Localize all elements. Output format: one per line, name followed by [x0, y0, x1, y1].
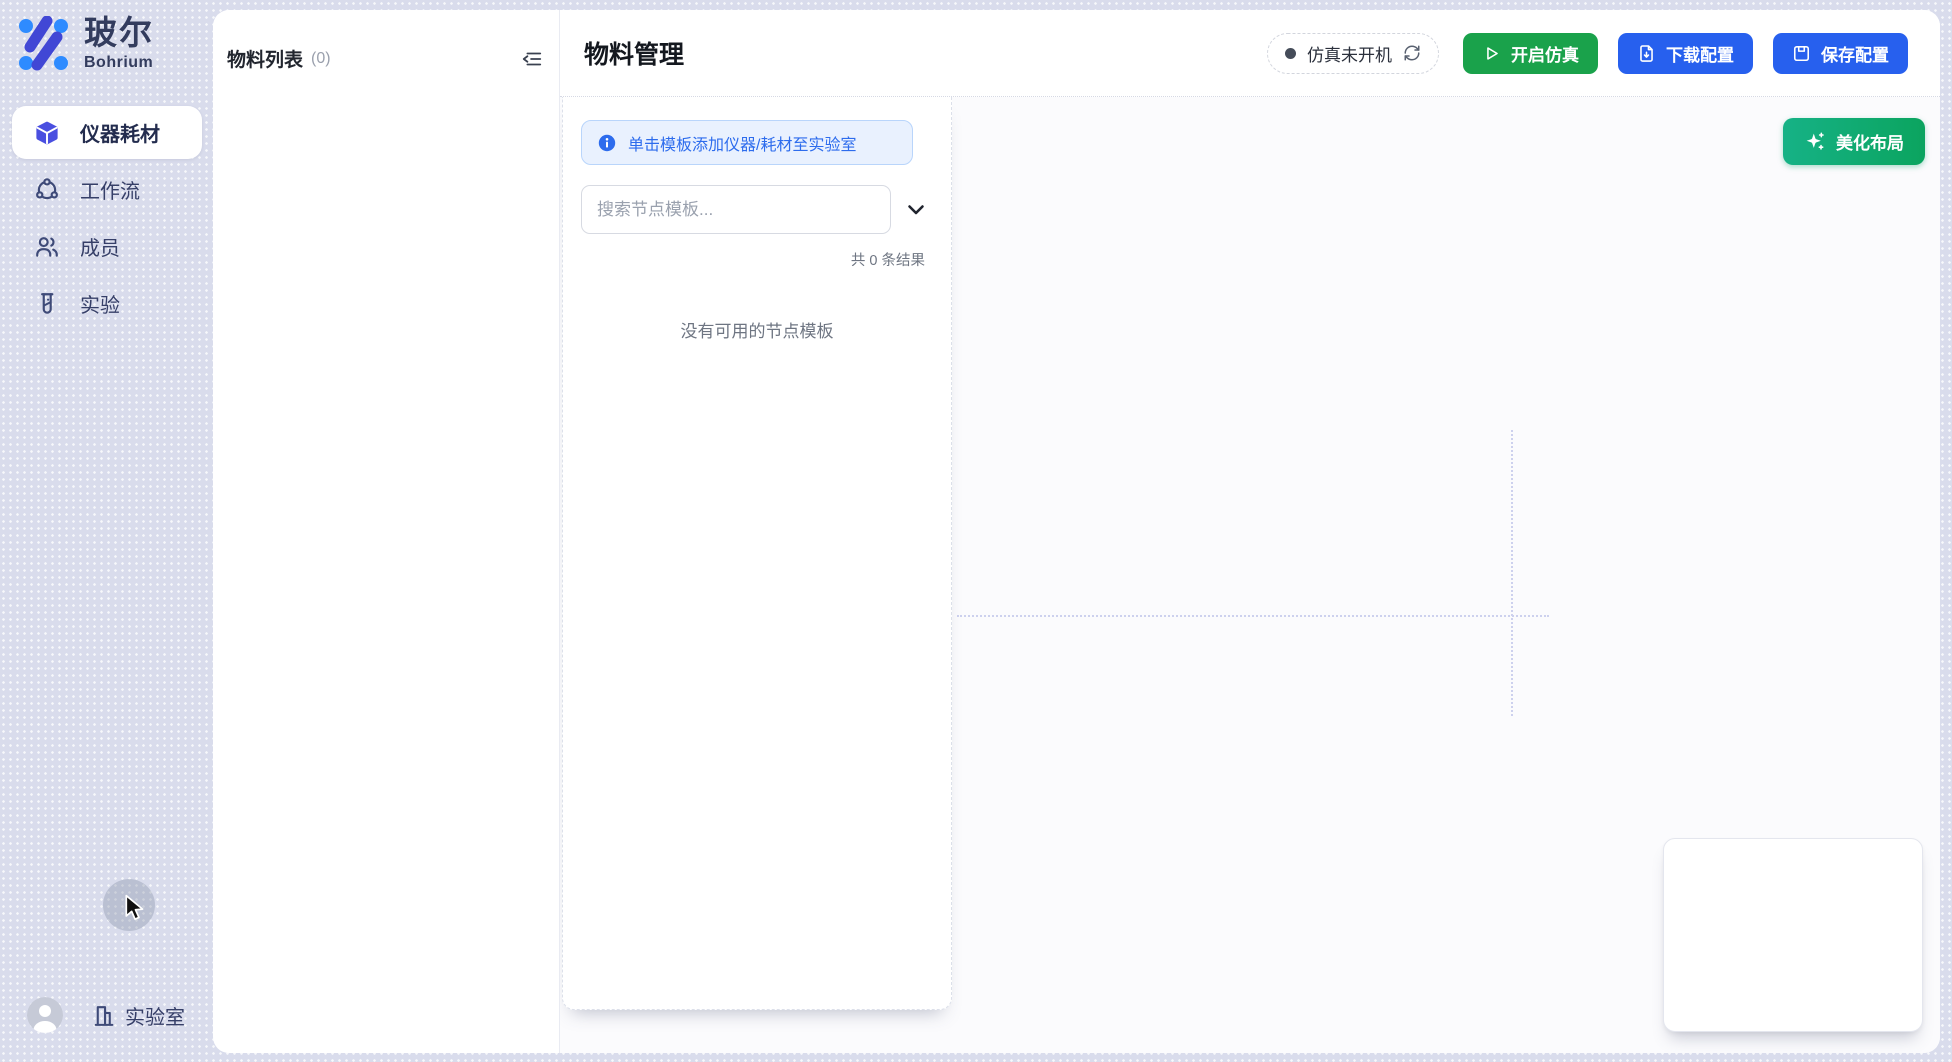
user-avatar[interactable]	[27, 997, 63, 1033]
download-config-button[interactable]: 下载配置	[1618, 33, 1753, 74]
sidebar-item-label: 工作流	[80, 175, 140, 204]
sidebar-item-lab[interactable]: 实验室	[91, 1001, 185, 1030]
main-header: 物料管理 仿真未开机	[560, 10, 1940, 97]
sidebar-item-members[interactable]: 成员	[12, 220, 202, 273]
material-list-panel: 物料列表 (0)	[213, 10, 560, 1053]
flow-canvas[interactable]: 单击模板添加仪器/耗材至实验室 共 0 条结果 没有可用的节点模板	[560, 97, 1940, 1053]
result-count: 共 0 条结果	[563, 249, 925, 270]
sparkles-icon	[1804, 131, 1825, 152]
sidebar-item-label: 成员	[80, 232, 120, 261]
node-template-palette: 单击模板添加仪器/耗材至实验室 共 0 条结果 没有可用的节点模板	[562, 97, 952, 1010]
beautify-layout-button[interactable]: 美化布局	[1783, 118, 1925, 165]
file-download-icon	[1637, 44, 1656, 63]
sidebar: 玻尔 Bohrium 仪器耗材 工作流	[0, 0, 213, 1062]
sidebar-nav: 仪器耗材 工作流 成员	[12, 106, 202, 334]
canvas-grid-line-horizontal	[957, 615, 1549, 617]
material-list-count: (0)	[311, 50, 331, 68]
status-dot-icon	[1285, 48, 1296, 59]
content-card: 物料列表 (0) 物料管理 仿真未开机	[213, 10, 1940, 1053]
box-3d-icon	[34, 117, 60, 149]
bohrium-logo-icon	[16, 16, 72, 74]
play-icon	[1482, 44, 1501, 63]
material-list-title: 物料列表	[227, 45, 303, 72]
save-icon	[1792, 44, 1811, 63]
sidebar-item-label: 实验	[80, 289, 120, 318]
main-area: 物料管理 仿真未开机	[560, 10, 1940, 1053]
brand-name-en: Bohrium	[84, 54, 154, 72]
sidebar-toggle-hover[interactable]	[103, 879, 155, 931]
info-icon	[598, 134, 616, 152]
template-search-input[interactable]	[581, 185, 891, 234]
brand-logo: 玻尔 Bohrium	[16, 16, 154, 74]
sidebar-item-label: 仪器耗材	[80, 118, 160, 147]
lab-label: 实验室	[125, 1001, 185, 1030]
canvas-minimap[interactable]	[1663, 838, 1923, 1032]
building-icon	[91, 1003, 116, 1028]
palette-hint-banner: 单击模板添加仪器/耗材至实验室	[581, 120, 913, 165]
list-collapse-icon[interactable]	[521, 48, 543, 70]
refresh-icon[interactable]	[1403, 44, 1421, 62]
sidebar-item-experiments[interactable]: 实验	[12, 277, 202, 330]
users-icon	[34, 234, 60, 260]
simulation-status-pill[interactable]: 仿真未开机	[1267, 33, 1439, 74]
page-title: 物料管理	[584, 35, 684, 71]
sidebar-item-instruments[interactable]: 仪器耗材	[12, 106, 202, 159]
palette-hint-text: 单击模板添加仪器/耗材至实验室	[628, 131, 856, 155]
start-simulation-button[interactable]: 开启仿真	[1463, 33, 1598, 74]
chevron-down-icon[interactable]	[904, 198, 928, 222]
empty-state-text: 没有可用的节点模板	[563, 317, 951, 342]
workflow-icon	[34, 177, 60, 203]
canvas-grid-line-vertical	[1511, 430, 1513, 716]
test-tube-icon	[34, 291, 60, 317]
sidebar-item-workflow[interactable]: 工作流	[12, 163, 202, 216]
save-config-button[interactable]: 保存配置	[1773, 33, 1908, 74]
simulation-status-label: 仿真未开机	[1307, 41, 1392, 66]
brand-name-zh: 玻尔	[84, 16, 154, 51]
